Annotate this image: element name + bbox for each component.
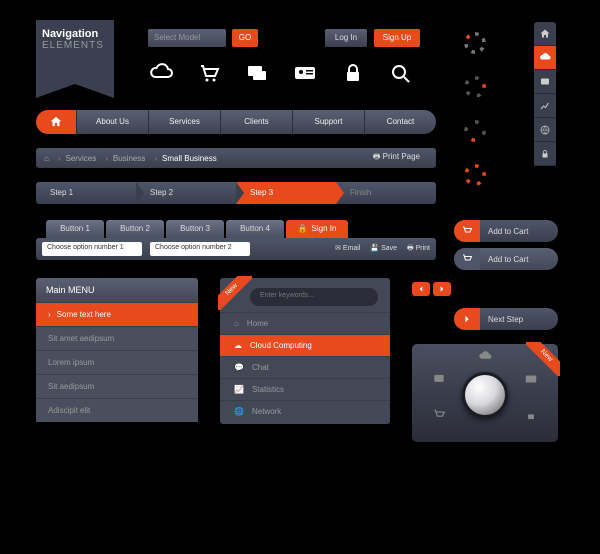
chevron-right-icon	[454, 308, 480, 330]
icon-toolbar	[148, 62, 414, 88]
crumb-current: Small Business	[162, 154, 217, 163]
go-button[interactable]: GO	[232, 29, 258, 47]
panel-item-home[interactable]: ⌂Home	[220, 312, 390, 334]
cloud-icon[interactable]	[148, 62, 174, 88]
cloud-icon	[478, 350, 492, 364]
ribbon-title: Navigation	[42, 28, 108, 40]
chat-icon	[432, 372, 446, 386]
new-ribbon	[526, 342, 560, 376]
search-input[interactable]: Enter keywords...	[250, 288, 378, 306]
lock-icon: 🔒	[298, 220, 308, 238]
snav-cloud[interactable]	[534, 46, 556, 70]
main-menu: Main MENU ›Some text here Sit amet aedip…	[36, 278, 198, 422]
cart-icon	[454, 248, 480, 270]
prev-button[interactable]	[412, 282, 430, 296]
option-bar: Choose option number 1 Choose option num…	[36, 238, 436, 260]
chevron-right-icon: ›	[48, 310, 51, 319]
tab-1[interactable]: Button 1	[46, 220, 104, 238]
step-3[interactable]: Step 3	[236, 182, 336, 204]
ribbon-subtitle: ELEMENTS	[42, 40, 108, 51]
add-to-cart-button[interactable]: Add to Cart	[454, 220, 558, 242]
id-card-icon[interactable]	[292, 62, 318, 88]
chart-icon: 📈	[234, 385, 244, 394]
chat-icon[interactable]	[244, 62, 270, 88]
lock-icon	[524, 408, 538, 422]
panel-item-chat[interactable]: 💬Chat	[220, 356, 390, 378]
search-icon[interactable]	[388, 62, 414, 88]
spinner-icon	[462, 74, 488, 100]
chat-icon: 💬	[234, 363, 244, 372]
breadcrumb: ⌂› Services› Business› Small Business 🖶 …	[36, 148, 436, 168]
side-nav	[534, 22, 556, 166]
pager	[412, 282, 451, 296]
snav-lock[interactable]	[534, 142, 556, 166]
crumb-2[interactable]: Business	[113, 154, 145, 163]
menu-item[interactable]: Lorem ipsum	[36, 350, 198, 374]
nav-clients[interactable]: Clients	[220, 110, 292, 134]
menu-item[interactable]: Sit aedipsum	[36, 374, 198, 398]
step-wizard: Step 1 Step 2 Step 3 Finish	[36, 182, 436, 204]
spinner-icon	[462, 30, 488, 56]
crumb-1[interactable]: Services	[66, 154, 97, 163]
cart-icon[interactable]	[196, 62, 222, 88]
tab-3[interactable]: Button 3	[166, 220, 224, 238]
dial-knob[interactable]	[462, 372, 508, 418]
nav-contact[interactable]: Contact	[364, 110, 436, 134]
save-link[interactable]: 💾 Save	[370, 244, 397, 255]
next-step-button[interactable]: Next Step	[454, 308, 558, 330]
dropdown-1[interactable]: Choose option number 1	[42, 242, 142, 256]
panel-item-cloud[interactable]: ☁Cloud Computing	[220, 334, 390, 356]
model-select[interactable]: Select Model	[148, 29, 226, 47]
snav-globe[interactable]	[534, 118, 556, 142]
cart-icon	[454, 220, 480, 242]
nav-about[interactable]: About Us	[76, 110, 148, 134]
cloud-icon: ☁	[234, 341, 242, 350]
email-link[interactable]: ✉ Email	[335, 244, 360, 255]
signup-button[interactable]: Sign Up	[374, 29, 420, 47]
tab-2[interactable]: Button 2	[106, 220, 164, 238]
snav-chart[interactable]	[534, 94, 556, 118]
globe-icon: 🌐	[234, 407, 244, 416]
home-icon: ⌂	[234, 319, 239, 328]
nav-support[interactable]: Support	[292, 110, 364, 134]
menu-header: Main MENU	[36, 278, 198, 302]
step-1[interactable]: Step 1	[36, 182, 136, 204]
spinner-icon	[462, 118, 488, 144]
spinner-icon	[462, 162, 488, 188]
cart-icon	[432, 408, 446, 422]
add-to-cart-button-alt[interactable]: Add to Cart	[454, 248, 558, 270]
dropdown-2[interactable]: Choose option number 2	[150, 242, 250, 256]
tab-4[interactable]: Button 4	[226, 220, 284, 238]
nav-services[interactable]: Services	[148, 110, 220, 134]
nav-home[interactable]	[36, 110, 76, 134]
print-page-link[interactable]: 🖶 Print Page	[373, 151, 424, 165]
tab-signin[interactable]: 🔒Sign In	[286, 220, 348, 238]
snav-chat[interactable]	[534, 70, 556, 94]
new-ribbon	[218, 276, 252, 310]
next-button[interactable]	[433, 282, 451, 296]
panel-item-stats[interactable]: 📈Statistics	[220, 378, 390, 400]
step-2[interactable]: Step 2	[136, 182, 236, 204]
menu-item[interactable]: Adiscipit elit	[36, 398, 198, 422]
id-icon	[524, 372, 538, 386]
panel-item-network[interactable]: 🌐Network	[220, 400, 390, 422]
step-finish[interactable]: Finish	[336, 182, 436, 204]
search-panel: Enter keywords... ⌂Home ☁Cloud Computing…	[220, 278, 390, 424]
snav-home[interactable]	[534, 22, 556, 46]
knob-panel	[412, 344, 558, 442]
main-nav: About Us Services Clients Support Contac…	[36, 110, 436, 134]
menu-item-active[interactable]: ›Some text here	[36, 302, 198, 326]
title-ribbon: Navigation ELEMENTS	[36, 20, 114, 84]
lock-icon[interactable]	[340, 62, 366, 88]
print-link[interactable]: 🖶 Print	[407, 244, 430, 255]
home-icon[interactable]: ⌂	[44, 154, 49, 163]
tab-row: Button 1 Button 2 Button 3 Button 4 🔒Sig…	[46, 220, 348, 238]
login-button[interactable]: Log In	[325, 29, 367, 47]
menu-item[interactable]: Sit amet aedipsum	[36, 326, 198, 350]
